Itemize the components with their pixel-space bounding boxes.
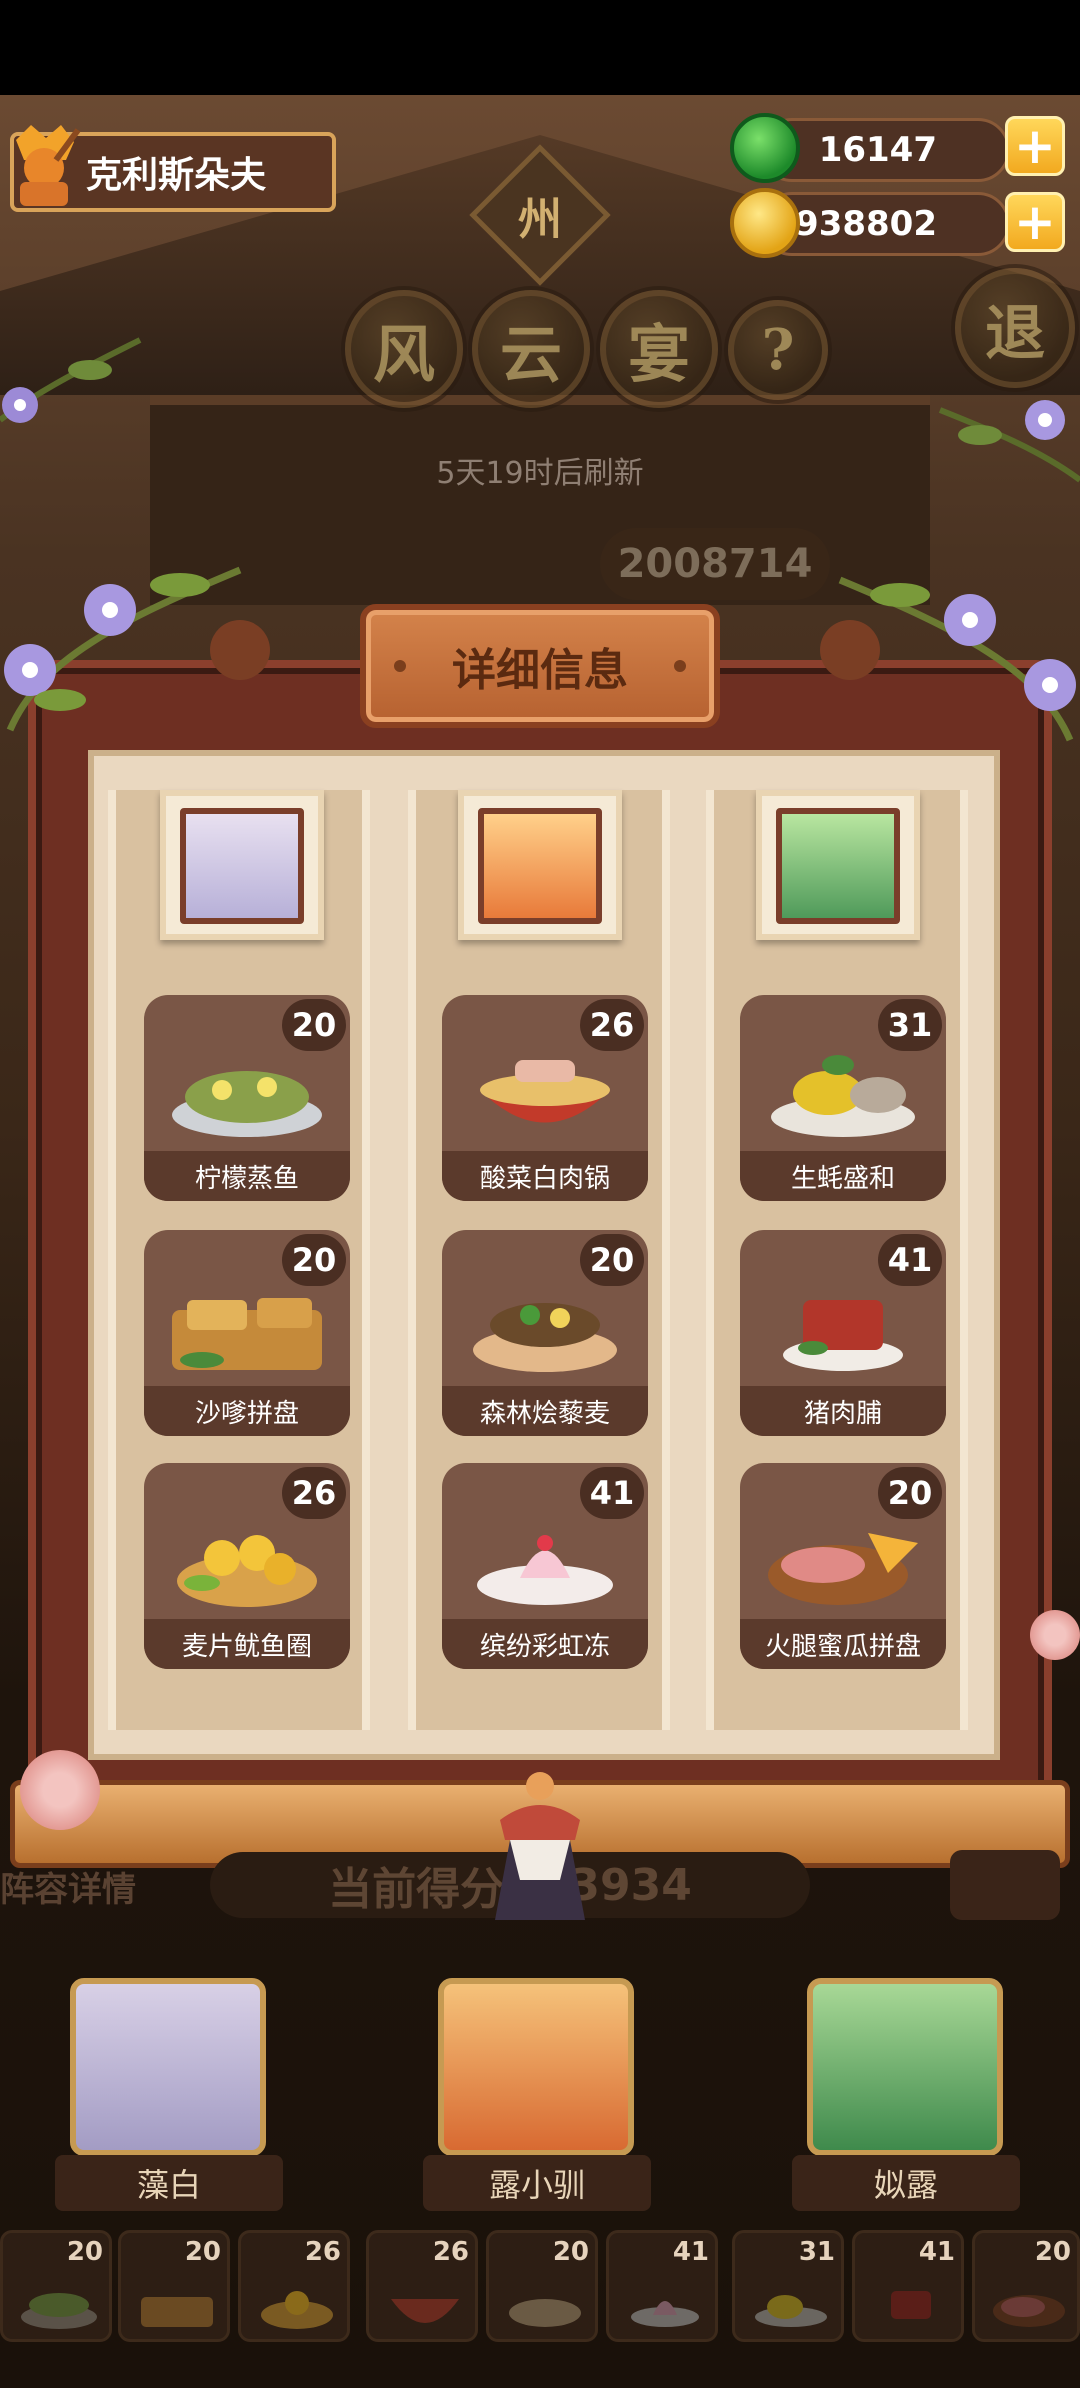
score-peek: 2008714 <box>600 528 830 600</box>
region-sign-text: 州 <box>518 194 562 245</box>
dish-name: 生蚝盛和 <box>740 1151 946 1201</box>
dish-slot[interactable]: 31 <box>732 2230 844 2342</box>
dish-image <box>783 1300 903 1371</box>
chef-portrait <box>756 790 920 940</box>
dish-thumbnail <box>141 2297 213 2327</box>
dish-image <box>473 1303 617 1372</box>
title-char-2: 云 <box>472 290 590 408</box>
dish-card[interactable]: 26 酸菜白肉锅 <box>442 995 648 1201</box>
roster-name-2: 露小驯 <box>423 2155 651 2211</box>
title-char-1: 风 <box>345 290 463 408</box>
dish-slot[interactable]: 20 <box>972 2230 1080 2342</box>
roster-portrait-3[interactable] <box>807 1978 1003 2156</box>
roster-portrait-1[interactable] <box>70 1978 266 2156</box>
dish-name: 火腿蜜瓜拼盘 <box>740 1619 946 1669</box>
refresh-timer: 5天19时后刷新 <box>436 456 644 491</box>
dish-card[interactable]: 26 麦片鱿鱼圈 <box>144 1463 350 1669</box>
dish-count: 31 <box>878 999 942 1051</box>
player-avatar[interactable] <box>6 120 82 210</box>
dish-count: 41 <box>580 1467 644 1519</box>
dish-thumbnail <box>261 2291 333 2329</box>
dish-count: 20 <box>282 1234 346 1286</box>
dish-name: 沙嗲拼盘 <box>144 1386 350 1436</box>
player-name: 克利斯朵夫 <box>86 155 267 196</box>
dish-card[interactable]: 20 柠檬蒸鱼 <box>144 995 350 1201</box>
add-jade-button[interactable]: + <box>1005 116 1065 176</box>
dish-name: 缤纷彩虹冻 <box>442 1619 648 1669</box>
flower-decoration <box>20 1750 100 1830</box>
dish-card[interactable]: 20 火腿蜜瓜拼盘 <box>740 1463 946 1669</box>
dish-count: 41 <box>878 1234 942 1286</box>
help-button[interactable]: ? <box>728 300 828 400</box>
dish-card[interactable]: 41 猪肉脯 <box>740 1230 946 1436</box>
dish-name: 酸菜白肉锅 <box>442 1151 648 1201</box>
dish-count: 26 <box>580 999 644 1051</box>
flower-decoration <box>1030 1610 1080 1660</box>
flower-decoration <box>0 330 150 440</box>
dish-thumbnail <box>755 2295 827 2327</box>
dish-thumbnail <box>21 2293 97 2329</box>
dish-image <box>480 1060 610 1123</box>
roster-name-3: 姒露 <box>792 2155 1020 2211</box>
dish-name: 猪肉脯 <box>740 1386 946 1436</box>
dish-count: 20 <box>282 999 346 1051</box>
jade-coin-icon <box>730 113 800 183</box>
dish-thumbnail <box>891 2291 931 2319</box>
reset-button[interactable] <box>950 1850 1060 1920</box>
status-bar <box>0 0 1080 95</box>
chef-portrait <box>160 790 324 940</box>
dish-thumbnail <box>631 2301 699 2327</box>
dish-image <box>172 1071 322 1137</box>
dish-image <box>477 1535 613 1605</box>
dish-image <box>177 1535 317 1607</box>
dish-count: 26 <box>282 1467 346 1519</box>
dish-slot[interactable]: 26 <box>366 2230 478 2342</box>
dish-name: 柠檬蒸鱼 <box>144 1151 350 1201</box>
dish-slot[interactable]: 20 <box>0 2230 112 2342</box>
exit-button[interactable]: 退 <box>955 268 1075 388</box>
roster-portrait-2[interactable] <box>438 1978 634 2156</box>
dish-slot[interactable]: 41 <box>852 2230 964 2342</box>
dish-slot[interactable]: 20 <box>118 2230 230 2342</box>
dish-thumbnail <box>993 2295 1065 2327</box>
dish-count: 20 <box>878 1467 942 1519</box>
knot-decoration <box>820 620 880 680</box>
dish-slot[interactable]: 20 <box>486 2230 598 2342</box>
gold-coin-icon <box>730 188 800 258</box>
dish-thumbnail <box>391 2299 459 2323</box>
dish-name: 森林烩藜麦 <box>442 1386 648 1436</box>
dish-thumbnail <box>509 2299 581 2327</box>
tassel-ornament <box>480 1770 600 1930</box>
dish-count: 20 <box>580 1234 644 1286</box>
dish-image <box>172 1298 322 1370</box>
modal-title: 详细信息 <box>360 604 720 728</box>
roster-name-1: 藻白 <box>55 2155 283 2211</box>
dish-slot[interactable]: 41 <box>606 2230 718 2342</box>
dish-image <box>771 1055 915 1137</box>
dish-image <box>768 1533 918 1605</box>
chef-portrait <box>458 790 622 940</box>
dish-slot[interactable]: 26 <box>238 2230 350 2342</box>
add-gold-button[interactable]: + <box>1005 192 1065 252</box>
dish-card[interactable]: 20 沙嗲拼盘 <box>144 1230 350 1436</box>
dish-card[interactable]: 31 生蚝盛和 <box>740 995 946 1201</box>
lineup-details-label[interactable]: 阵容详情 <box>0 1862 150 1911</box>
title-char-3: 宴 <box>600 290 718 408</box>
knot-decoration <box>210 620 270 680</box>
dish-card[interactable]: 20 森林烩藜麦 <box>442 1230 648 1436</box>
dish-card[interactable]: 41 缤纷彩虹冻 <box>442 1463 648 1669</box>
dish-name: 麦片鱿鱼圈 <box>144 1619 350 1669</box>
flower-decoration <box>930 380 1080 490</box>
